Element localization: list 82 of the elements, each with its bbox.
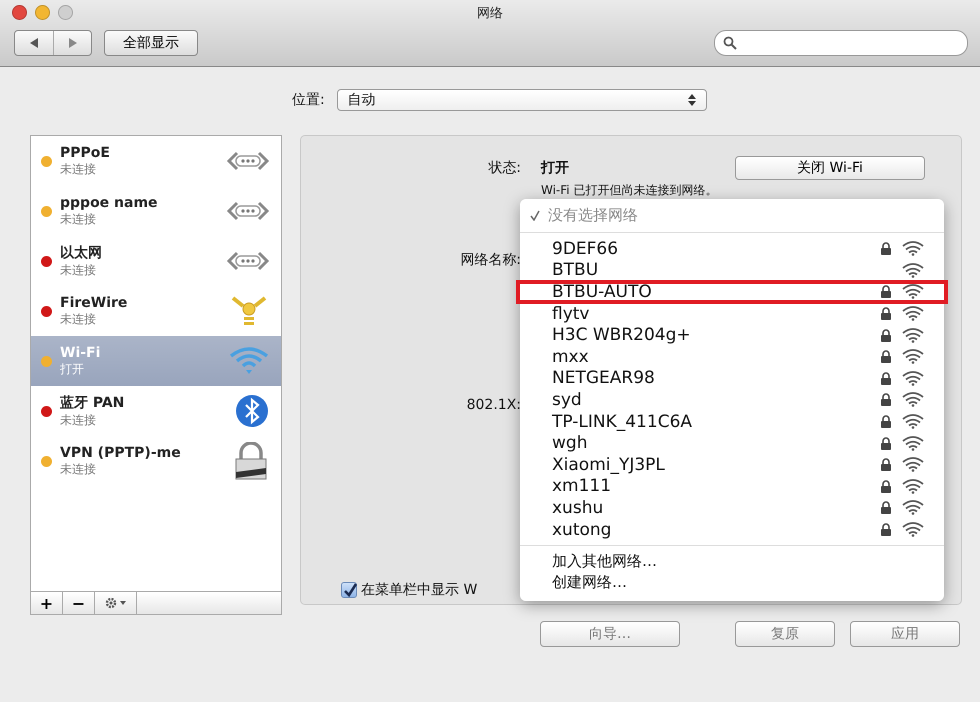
network-item[interactable]: BTBU — [520, 260, 944, 282]
network-item[interactable]: flytv — [520, 302, 944, 324]
wifi-signal-icon — [902, 370, 924, 386]
wifi-signal-icon — [902, 328, 924, 343]
service-status: 未连接 — [60, 412, 97, 428]
network-item[interactable]: BTBU-AUTO — [517, 281, 947, 303]
status-value: 打开 — [541, 159, 569, 177]
service-status: 未连接 — [60, 460, 97, 478]
network-item[interactable]: mxx — [520, 346, 944, 368]
close-button[interactable] — [12, 5, 27, 20]
back-forward-control[interactable] — [14, 30, 92, 56]
menu-item[interactable]: 加入其他网络… — [520, 551, 944, 572]
status-note: Wi-Fi 已打开但尚未连接到网络。 — [540, 182, 718, 199]
network-item[interactable]: H3C WBR204g+ — [520, 324, 944, 346]
checkbox[interactable] — [341, 582, 357, 598]
network-item[interactable]: 9DEF66 — [520, 238, 944, 260]
lock-icon — [233, 442, 269, 480]
show-all-button[interactable]: 全部显示 — [104, 30, 198, 56]
network-item[interactable]: xushu — [520, 497, 944, 519]
location-label: 位置: — [292, 91, 325, 109]
minimize-button[interactable] — [35, 5, 50, 20]
service-item[interactable]: 以太网 未连接 — [31, 236, 281, 286]
wifi-signal-icon — [902, 241, 924, 256]
network-item[interactable]: NETGEAR98 — [520, 368, 944, 390]
firewire-icon — [229, 294, 269, 328]
service-status: 打开 — [60, 360, 85, 378]
service-item[interactable]: FireWire 未连接 — [31, 286, 281, 336]
wifi-signal-icon — [902, 478, 924, 494]
checkbox-label: 在菜单栏中显示 W — [361, 581, 478, 599]
updown-icon — [688, 94, 696, 106]
network-item[interactable]: syd — [520, 389, 944, 411]
service-item[interactable]: pppoe name 未连接 — [31, 186, 281, 236]
footer-button[interactable]: 向导… — [540, 621, 680, 647]
service-name: PPPoE — [60, 144, 111, 160]
search-icon — [723, 36, 737, 50]
network-item[interactable]: TP-LINK_411C6A — [520, 410, 944, 432]
service-name: 蓝牙 PAN — [60, 394, 126, 412]
service-name: Wi-Fi — [60, 344, 102, 360]
service-status: 未连接 — [60, 160, 97, 178]
footer-button[interactable]: 应用 — [850, 621, 960, 647]
wifi-signal-icon — [902, 392, 924, 408]
service-item[interactable]: 蓝牙 PAN 未连接 — [31, 386, 281, 436]
wifi-signal-icon — [902, 457, 924, 472]
footer-button[interactable]: 复原 — [735, 621, 835, 647]
network-item[interactable]: xm111 — [520, 476, 944, 498]
network-item[interactable]: wgh — [520, 432, 944, 454]
location-dropdown[interactable]: 自动 — [336, 89, 707, 111]
service-status: 未连接 — [60, 310, 97, 328]
network-name-label: 网络名称: — [459, 251, 521, 269]
service-item[interactable]: VPN (PPTP)-me 未连接 — [31, 436, 281, 486]
menu-item[interactable]: 创建网络… — [520, 572, 944, 594]
wifi-signal-icon — [902, 414, 924, 430]
wifi-signal-icon — [902, 500, 924, 516]
forward-icon — [68, 38, 78, 48]
service-name: VPN (PPTP)-me — [60, 444, 182, 460]
service-status: 未连接 — [60, 262, 97, 278]
wifi-signal-icon — [902, 436, 924, 451]
status-label: 状态: — [487, 159, 521, 177]
sidebar-button[interactable]: + — [31, 592, 63, 614]
wifi-signal-icon — [902, 262, 924, 278]
service-status: 未连接 — [60, 210, 97, 228]
network-item[interactable]: xutong — [520, 518, 944, 540]
zoom-button[interactable] — [58, 5, 73, 20]
menu-item[interactable]: 没有选择网络 — [520, 203, 944, 227]
wifi-signal-icon — [902, 284, 924, 300]
sidebar-button[interactable]: − — [63, 592, 95, 614]
service-name: 以太网 — [60, 244, 103, 262]
service-name: pppoe name — [60, 194, 159, 210]
window-title: 网络 — [477, 5, 503, 22]
8021x-label: 802.1X: — [466, 397, 521, 413]
wifi-signal-icon — [902, 349, 924, 364]
back-icon — [29, 38, 39, 48]
service-item[interactable]: PPPoE 未连接 — [31, 136, 281, 186]
search-field[interactable] — [714, 30, 968, 56]
wifi-signal-icon — [902, 522, 924, 538]
wifi-signal-icon — [902, 306, 924, 322]
bluetooth-icon — [235, 394, 269, 428]
gear-icon — [104, 597, 126, 609]
network-item[interactable]: Xiaomi_YJ3PL — [520, 454, 944, 476]
turn-off-wifi-button[interactable]: 关闭 Wi-Fi — [735, 156, 925, 180]
wifi-icon — [229, 346, 269, 376]
service-name: FireWire — [60, 294, 128, 310]
